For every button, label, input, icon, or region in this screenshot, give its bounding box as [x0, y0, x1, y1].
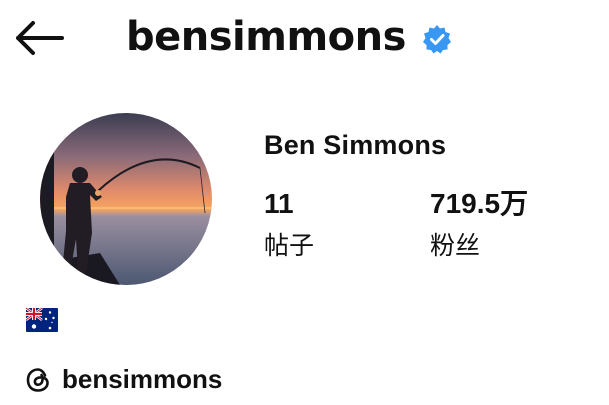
display-name: Ben Simmons	[264, 130, 447, 160]
header-title: bensimmons	[126, 8, 452, 66]
followers-count: 719.5万	[430, 188, 529, 219]
threads-link[interactable]: bensimmons	[24, 364, 222, 395]
back-button[interactable]	[14, 20, 64, 56]
threads-icon	[24, 366, 52, 394]
threads-handle: bensimmons	[62, 364, 223, 394]
posts-stat[interactable]: 11 帖子	[264, 187, 314, 263]
posts-label: 帖子	[264, 231, 315, 260]
followers-label: 粉丝	[430, 231, 481, 260]
avatar[interactable]	[40, 113, 212, 285]
arrow-left-icon	[16, 21, 64, 55]
australia-flag-icon	[25, 306, 58, 334]
username: bensimmons	[126, 14, 406, 60]
followers-stat[interactable]: 719.5万 粉丝	[430, 187, 528, 263]
posts-count: 11	[264, 188, 294, 219]
verified-badge-icon	[422, 24, 452, 54]
